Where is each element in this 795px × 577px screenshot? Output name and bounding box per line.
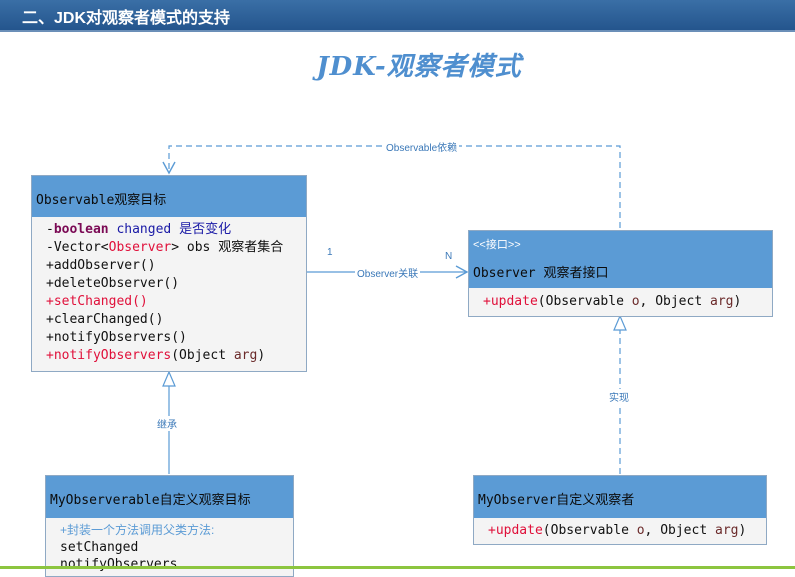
realize-triangle (613, 314, 627, 331)
method-clear-changed: +clearChanged() (46, 312, 164, 327)
observable-class-header: Observable观察目标 (32, 176, 306, 217)
my-observable-comment: +封装一个方法调用父类方法: (60, 523, 215, 537)
my-observer-method-update: +update(Observable o, Object arg) (488, 523, 747, 538)
interface-stereotype: <<接口>> (473, 239, 521, 251)
method-update: +update(Observable o, Object arg) (483, 294, 742, 309)
my-observable-notify: notifyObservers (60, 557, 178, 572)
observer-interface-name: Observer 观察者接口 (473, 266, 609, 281)
my-observable-class-body: +封装一个方法调用父类方法: setChanged notifyObserver… (46, 518, 293, 573)
observer-interface: <<接口>> Observer 观察者接口 +update(Observable… (468, 230, 773, 317)
field-changed: -boolean changed 是否变化 (46, 222, 232, 237)
my-observable-set-changed: setChanged (60, 540, 139, 555)
observable-class-name: Observable观察目标 (36, 193, 167, 208)
my-observer-class-header: MyObserver自定义观察者 (474, 476, 766, 518)
observer-interface-body: +update(Observable o, Object arg) (469, 288, 772, 311)
method-delete-observer: +deleteObserver() (46, 276, 180, 291)
multiplicity-n: N (445, 251, 453, 262)
inherit-triangle (162, 370, 176, 387)
method-notify-observers: +notifyObservers() (46, 330, 187, 345)
my-observable-class-name: MyObserverable自定义观察目标 (50, 493, 251, 508)
observable-class-body: -boolean changed 是否变化 -Vector<Observer> … (32, 217, 306, 365)
my-observer-class-name: MyObserver自定义观察者 (478, 493, 635, 508)
method-add-observer: +addObserver() (46, 258, 156, 273)
multiplicity-one: 1 (327, 247, 333, 258)
my-observable-class: MyObserverable自定义观察目标 +封装一个方法调用父类方法: set… (45, 475, 294, 577)
observer-interface-header: <<接口>> Observer 观察者接口 (469, 231, 772, 288)
field-obs: -Vector<Observer> obs 观察者集合 (46, 240, 284, 255)
method-set-changed: +setChanged() (46, 294, 148, 309)
association-label: Observer关联 (355, 265, 421, 280)
my-observer-class: MyObserver自定义观察者 +update(Observable o, O… (473, 475, 767, 545)
implement-label: 实现 (607, 389, 631, 404)
my-observable-class-header: MyObserverable自定义观察目标 (46, 476, 293, 518)
dependency-label: Observable依赖 (384, 139, 460, 154)
observable-class: Observable观察目标 -boolean changed 是否变化 -Ve… (31, 175, 307, 372)
method-notify-observers-arg: +notifyObservers(Object arg) (46, 348, 266, 363)
my-observer-class-body: +update(Observable o, Object arg) (474, 518, 766, 540)
inherit-label: 继承 (155, 416, 179, 431)
